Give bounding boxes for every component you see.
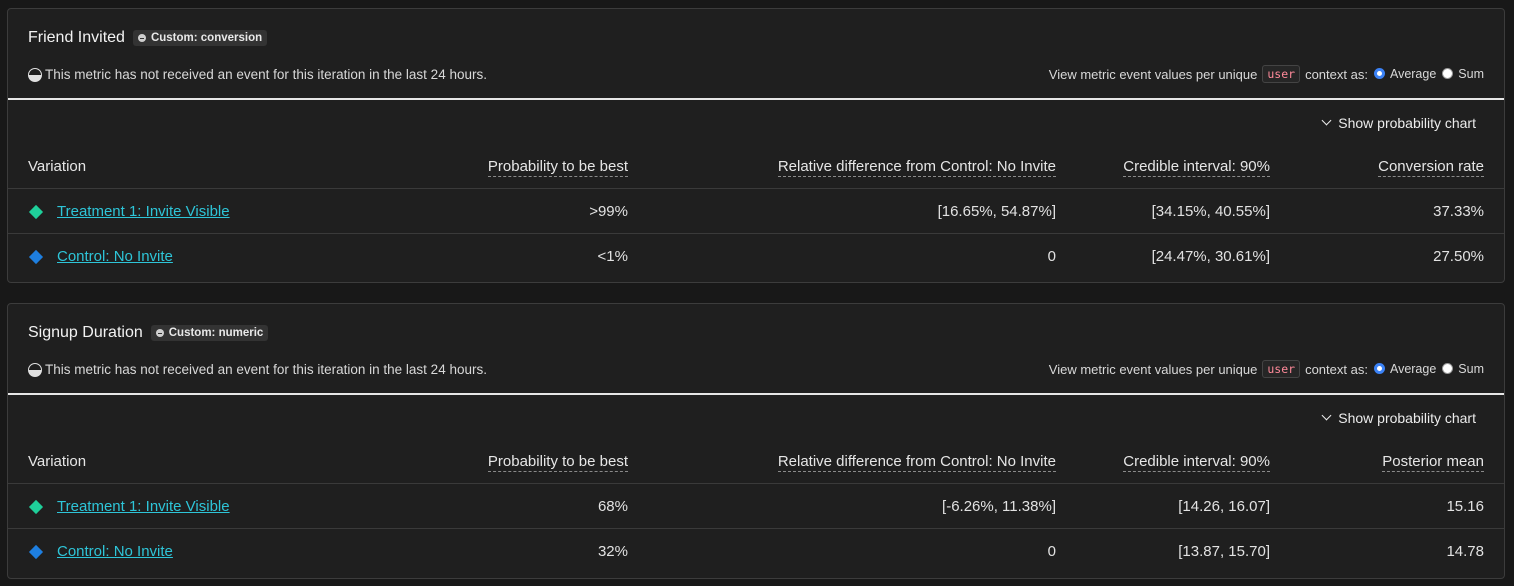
sum-radio[interactable]	[1442, 362, 1454, 374]
relative-difference-cell: 0	[1047, 248, 1056, 265]
show-probability-chart-label: Show probability chart	[1338, 115, 1476, 131]
column-header-relative-difference[interactable]: Relative difference from Control: No Inv…	[777, 453, 1056, 472]
chevron-down-icon	[1321, 115, 1332, 125]
metric-type-label: Custom: numeric	[168, 327, 264, 339]
show-probability-chart-label: Show probability chart	[1338, 410, 1476, 426]
context-suffix: context as:	[1305, 66, 1368, 82]
metric-card-signup-duration: Signup Duration Custom: numeric This met…	[7, 303, 1505, 579]
average-radio[interactable]	[1373, 67, 1385, 79]
credible-interval-cell: [13.87, 15.70]	[1178, 543, 1270, 560]
column-header-variation: Variation	[28, 158, 87, 175]
column-header-credible-interval[interactable]: Credible interval: 90%	[1123, 158, 1270, 177]
table-row: Control: No Invite <1% 0 [24.47%, 30.61%…	[8, 234, 1504, 279]
table-row: Control: No Invite 32% 0 [13.87, 15.70] …	[8, 529, 1504, 574]
relative-difference-cell: [-6.26%, 11.38%]	[942, 498, 1056, 515]
variation-link[interactable]: Control: No Invite	[57, 543, 173, 560]
posterior-mean-cell: 15.16	[1446, 498, 1484, 515]
column-header-probability[interactable]: Probability to be best	[487, 453, 628, 472]
results-table-header: Variation Probability to be best Relativ…	[8, 443, 1504, 484]
context-prefix: View metric event values per unique	[1048, 66, 1258, 82]
context-prefix: View metric event values per unique	[1048, 361, 1258, 377]
column-header-variation: Variation	[28, 453, 87, 470]
diamond-icon	[28, 249, 44, 265]
variation-link[interactable]: Control: No Invite	[57, 248, 173, 265]
metric-header: Friend Invited Custom: conversion This m…	[8, 9, 1504, 100]
half-circle-status-icon	[28, 362, 42, 377]
sum-radio-label[interactable]: Sum	[1458, 362, 1484, 376]
diamond-icon	[28, 499, 44, 515]
credible-interval-cell: [14.26, 16.07]	[1178, 498, 1270, 515]
relative-difference-cell: [16.65%, 54.87%]	[937, 203, 1056, 220]
results-table-header: Variation Probability to be best Relativ…	[8, 148, 1504, 189]
posterior-mean-cell: 14.78	[1446, 543, 1484, 560]
column-header-credible-interval[interactable]: Credible interval: 90%	[1123, 453, 1270, 472]
context-suffix: context as:	[1305, 361, 1368, 377]
chevron-down-icon	[1321, 410, 1332, 420]
metric-title: Friend Invited	[28, 29, 125, 46]
diamond-icon	[28, 544, 44, 560]
context-selector: View metric event values per unique user…	[1049, 65, 1484, 83]
no-event-warning: This metric has not received an event fo…	[28, 362, 487, 377]
show-probability-chart-button[interactable]: Show probability chart	[1321, 410, 1476, 426]
metric-type-badge: Custom: conversion	[132, 30, 268, 46]
relative-difference-cell: 0	[1047, 543, 1056, 560]
show-probability-chart-button[interactable]: Show probability chart	[1321, 115, 1476, 131]
half-circle-status-icon	[28, 67, 42, 82]
variation-link[interactable]: Treatment 1: Invite Visible	[57, 498, 230, 515]
sum-radio-label[interactable]: Sum	[1458, 67, 1484, 81]
metric-card-friend-invited: Friend Invited Custom: conversion This m…	[7, 8, 1505, 283]
sum-radio[interactable]	[1442, 67, 1454, 79]
table-row: Treatment 1: Invite Visible >99% [16.65%…	[8, 189, 1504, 234]
probability-cell: 68%	[597, 498, 628, 515]
column-header-conversion-rate[interactable]: Conversion rate	[1378, 158, 1484, 177]
variation-link[interactable]: Treatment 1: Invite Visible	[57, 203, 230, 220]
conversion-rate-cell: 27.50%	[1433, 248, 1484, 265]
metric-type-badge: Custom: numeric	[150, 325, 269, 341]
metric-header: Signup Duration Custom: numeric This met…	[8, 304, 1504, 395]
metric-type-label: Custom: conversion	[150, 32, 263, 44]
probability-cell: 32%	[597, 543, 628, 560]
average-radio-label[interactable]: Average	[1390, 67, 1436, 81]
context-kind-code: user	[1262, 360, 1301, 378]
credible-interval-cell: [34.15%, 40.55%]	[1151, 203, 1270, 220]
average-radio-label[interactable]: Average	[1390, 362, 1436, 376]
warning-text: This metric has not received an event fo…	[45, 67, 487, 82]
credible-interval-cell: [24.47%, 30.61%]	[1151, 248, 1270, 265]
context-selector: View metric event values per unique user…	[1049, 360, 1484, 378]
average-radio[interactable]	[1373, 362, 1385, 374]
metric-type-icon	[155, 329, 164, 337]
conversion-rate-cell: 37.33%	[1433, 203, 1484, 220]
table-row: Treatment 1: Invite Visible 68% [-6.26%,…	[8, 484, 1504, 529]
no-event-warning: This metric has not received an event fo…	[28, 67, 487, 82]
metric-title: Signup Duration	[28, 324, 143, 341]
diamond-icon	[28, 204, 44, 220]
context-kind-code: user	[1262, 65, 1301, 83]
probability-cell: >99%	[589, 203, 628, 220]
warning-text: This metric has not received an event fo…	[45, 362, 487, 377]
column-header-posterior-mean[interactable]: Posterior mean	[1382, 453, 1484, 472]
metric-type-icon	[137, 34, 146, 42]
column-header-relative-difference[interactable]: Relative difference from Control: No Inv…	[777, 158, 1056, 177]
column-header-probability[interactable]: Probability to be best	[487, 158, 628, 177]
probability-cell: <1%	[597, 248, 628, 265]
